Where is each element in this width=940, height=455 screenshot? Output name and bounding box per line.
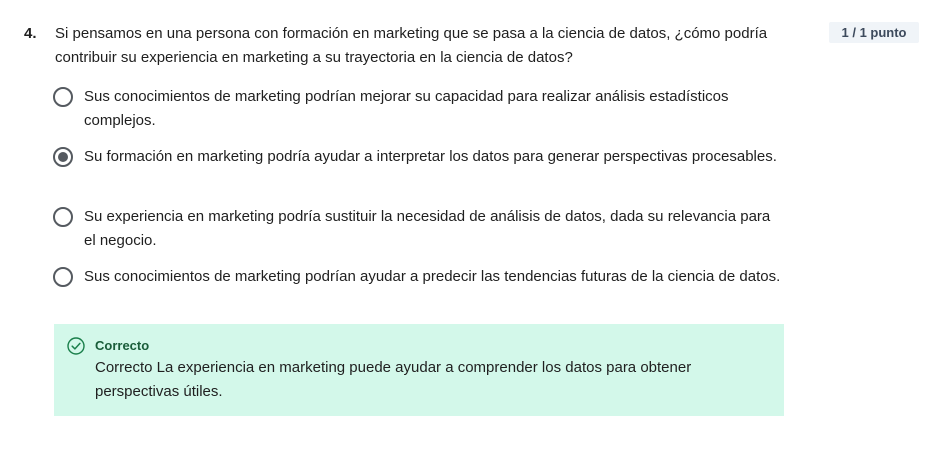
option-label: Su experiencia en marketing podría susti… [84, 208, 771, 249]
score-badge: 1 / 1 punto [829, 22, 919, 43]
question-text: Si pensamos en una persona con formación… [55, 25, 768, 66]
feedback-panel: Correcto Correcto La experiencia en mark… [54, 324, 784, 416]
answer-option[interactable]: Sus conocimientos de marketing podrían a… [52, 265, 782, 313]
feedback-title: Correcto [95, 338, 150, 353]
check-circle-icon [67, 337, 85, 355]
feedback-text: Correcto La experiencia en marketing pue… [95, 359, 692, 400]
radio-button[interactable] [53, 267, 73, 287]
option-label: Su formación en marketing podría ayudar … [84, 148, 777, 165]
answer-option[interactable]: Su formación en marketing podría ayudar … [52, 145, 782, 193]
answer-option[interactable]: Sus conocimientos de marketing podrían m… [52, 85, 782, 133]
option-label: Sus conocimientos de marketing podrían m… [84, 88, 729, 129]
question-number: 4. [24, 25, 37, 42]
answer-option[interactable]: Su experiencia en marketing podría susti… [52, 205, 782, 253]
radio-button[interactable] [53, 207, 73, 227]
radio-button-selected[interactable] [53, 147, 73, 167]
answer-options: Sus conocimientos de marketing podrían m… [52, 85, 782, 325]
option-label: Sus conocimientos de marketing podrían a… [84, 268, 781, 285]
radio-button[interactable] [53, 87, 73, 107]
